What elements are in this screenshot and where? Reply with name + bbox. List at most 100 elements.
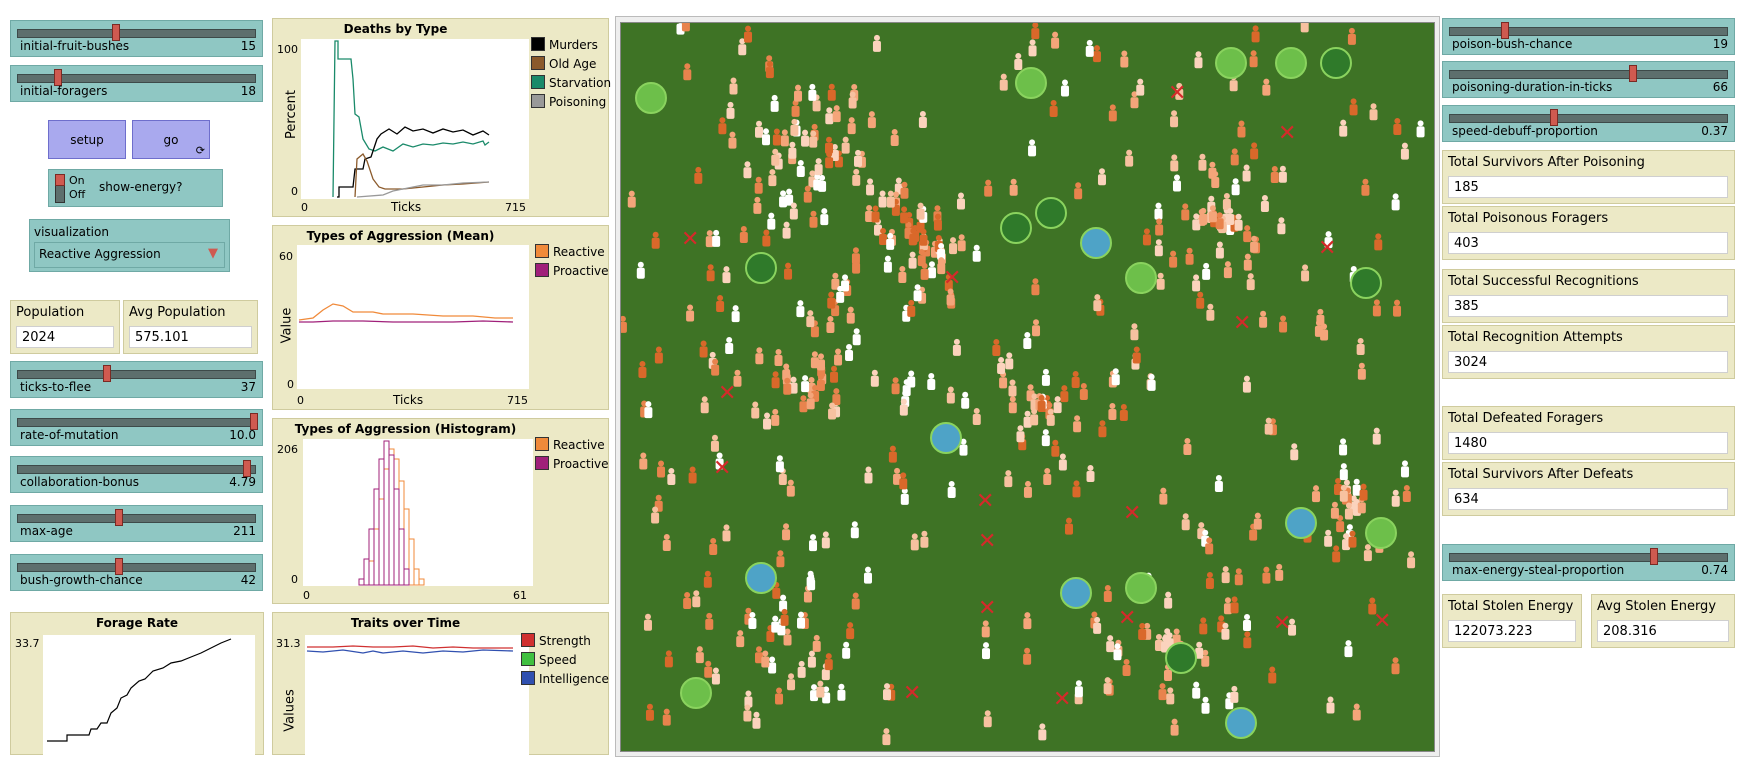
forager-agent	[1158, 683, 1167, 701]
visualization-chooser[interactable]: visualization Reactive Aggression ▼	[29, 219, 230, 272]
slider-label: ticks-to-flee	[20, 380, 92, 394]
forager-agent	[1119, 403, 1128, 421]
slider-track[interactable]	[17, 465, 256, 474]
forager-agent	[1196, 291, 1205, 309]
forager-agent	[716, 294, 725, 312]
forager-agent	[830, 365, 839, 383]
slider-initial-fruit-bushes[interactable]: initial-fruit-bushes 15	[10, 20, 263, 57]
slider-label: initial-fruit-bushes	[20, 39, 130, 53]
forager-agent	[1301, 264, 1310, 282]
forager-agent	[1372, 299, 1381, 317]
slider-speed-debuff-proportion[interactable]: speed-debuff-proportion 0.37	[1442, 105, 1735, 142]
monitor-title: Total Defeated Foragers	[1448, 411, 1604, 426]
slider-collaboration-bonus[interactable]: collaboration-bonus 4.79	[10, 456, 263, 493]
forager-agent	[836, 285, 845, 303]
slider-track[interactable]	[1449, 114, 1728, 123]
forager-agent	[1093, 616, 1102, 634]
slider-track[interactable]	[1449, 27, 1728, 36]
forager-agent	[806, 310, 815, 328]
forager-agent	[706, 264, 715, 282]
forager-agent	[1023, 647, 1032, 665]
slider-value: 18	[240, 84, 256, 98]
forager-agent	[1361, 178, 1370, 196]
avg-stolen-energy-monitor: Avg Stolen Energy 208.316	[1591, 594, 1735, 648]
setup-button[interactable]: setup	[48, 120, 126, 159]
slider-max-age[interactable]: max-age 211	[10, 505, 263, 542]
slider-thumb[interactable]	[115, 509, 123, 526]
slider-value: 4.79	[229, 475, 256, 489]
legend-swatch	[531, 75, 545, 89]
forager-agent	[1208, 161, 1217, 179]
forager-agent	[1312, 485, 1321, 503]
slider-bush-growth-chance[interactable]: bush-growth-chance 42	[10, 554, 263, 591]
forager-agent	[1249, 50, 1258, 68]
forager-agent	[797, 611, 806, 629]
slider-label: poison-bush-chance	[1452, 37, 1573, 51]
legend-label: Proactive	[553, 457, 609, 471]
slider-initial-foragers[interactable]: initial-foragers 18	[10, 65, 263, 102]
forager-agent	[1005, 352, 1014, 370]
forager-agent	[761, 650, 770, 668]
slider-track[interactable]	[1449, 70, 1728, 79]
forager-agent	[700, 396, 709, 414]
slider-thumb[interactable]	[103, 365, 111, 382]
slider-track[interactable]	[17, 514, 256, 523]
slider-poison-bush-chance[interactable]: poison-bush-chance 19	[1442, 18, 1735, 55]
forager-agent	[1339, 438, 1348, 456]
forager-agent	[1400, 460, 1409, 478]
legend-label: Strength	[539, 634, 591, 648]
deaths-by-type-plot: Deaths by Type Percent 100 0 0 Ticks 715…	[272, 18, 611, 217]
forager-agent	[899, 398, 908, 416]
forager-agent	[1132, 346, 1141, 364]
forager-agent	[718, 117, 727, 135]
slider-track[interactable]	[17, 370, 256, 379]
forager-agent	[1253, 512, 1262, 530]
show-energy-switch[interactable]: On Off show-energy?	[48, 169, 223, 207]
slider-track[interactable]	[1449, 553, 1728, 562]
forager-agent	[1093, 294, 1102, 312]
world-view[interactable]: ✕ ✕ ✕ ✕ ✕ ✕ ✕ ✕ ✕ ✕ ✕ ✕ ✕ ✕ ✕ ✕ ✕	[620, 22, 1435, 752]
switch-toggle[interactable]	[55, 174, 65, 203]
legend-item: Reactive	[535, 437, 605, 452]
chooser-value-box[interactable]: Reactive Aggression ▼	[34, 242, 225, 268]
forager-agent	[801, 375, 810, 393]
slider-thumb[interactable]	[1629, 65, 1637, 82]
slider-track[interactable]	[17, 418, 256, 427]
forager-agent	[1136, 78, 1145, 96]
slider-max-energy-steal-proportion[interactable]: max-energy-steal-proportion 0.74	[1442, 544, 1735, 581]
forager-agent	[1154, 202, 1163, 220]
forager-agent	[1164, 591, 1173, 609]
go-button[interactable]: go ⟳	[132, 120, 210, 159]
forager-agent	[686, 304, 695, 322]
slider-poisoning-duration-in-ticks[interactable]: poisoning-duration-in-ticks 66	[1442, 61, 1735, 98]
forager-agent	[1156, 272, 1165, 290]
forager-agent	[1103, 584, 1112, 602]
slider-label: initial-foragers	[20, 84, 108, 98]
monitor-value: 2024	[16, 326, 114, 348]
forager-agent	[1051, 31, 1060, 49]
forager-agent	[1223, 261, 1232, 279]
forager-agent	[826, 316, 835, 334]
slider-track[interactable]	[17, 563, 256, 572]
slider-ticks-to-flee[interactable]: ticks-to-flee 37	[10, 361, 263, 398]
fruit-bush	[1350, 267, 1382, 299]
world-canvas[interactable]: ✕ ✕ ✕ ✕ ✕ ✕ ✕ ✕ ✕ ✕ ✕ ✕ ✕ ✕ ✕ ✕ ✕	[621, 23, 1434, 751]
forager-agent	[916, 202, 925, 220]
traits-over-time-plot: Traits over Time 31.3 Values Strength Spe…	[272, 612, 609, 760]
slider-track[interactable]	[17, 29, 256, 38]
forager-agent	[867, 111, 876, 129]
forager-agent	[1031, 23, 1040, 40]
forager-agent	[1400, 142, 1409, 160]
slider-rate-of-mutation[interactable]: rate-of-mutation 10.0	[10, 409, 263, 446]
legend-item: Proactive	[535, 456, 609, 471]
forager-agent	[1043, 468, 1052, 486]
forager-agent	[878, 190, 887, 208]
slider-thumb[interactable]	[1650, 548, 1658, 565]
forager-agent	[1004, 470, 1013, 488]
slider-track[interactable]	[17, 74, 256, 83]
monitor-title: Avg Population	[129, 305, 226, 320]
monitor-value: 385	[1448, 295, 1728, 317]
forager-agent	[1251, 25, 1260, 43]
forager-agent	[957, 234, 966, 252]
forager-agent	[743, 704, 752, 722]
